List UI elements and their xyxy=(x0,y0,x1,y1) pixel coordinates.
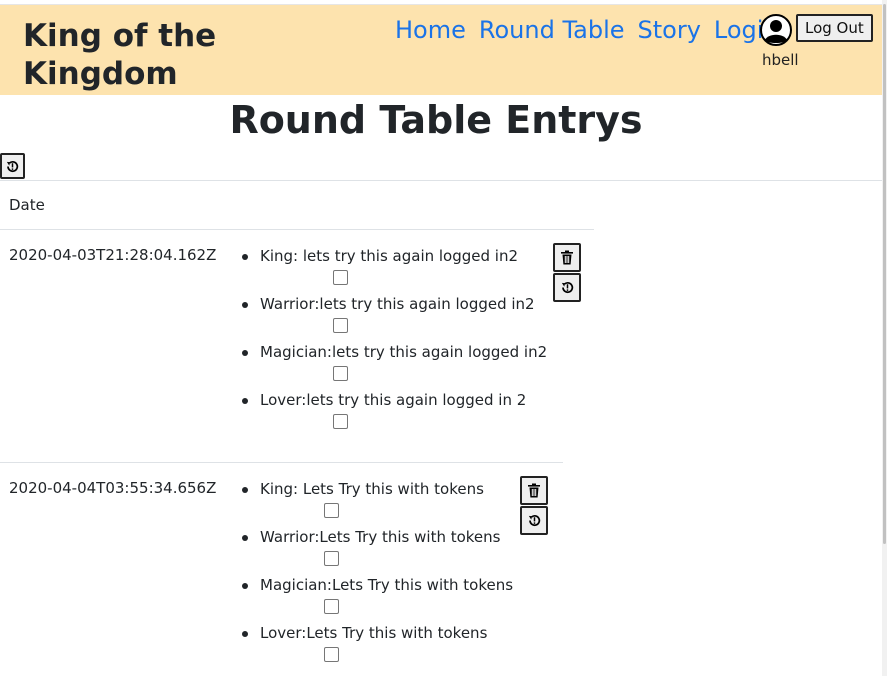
entry-item-text: King: lets try this again logged in2 xyxy=(260,247,519,265)
trash-icon xyxy=(528,483,540,498)
brand-title: King of the Kingdom xyxy=(23,18,217,92)
bullet xyxy=(242,302,248,308)
history-icon xyxy=(528,515,540,527)
entry-item-text: Magician:Lets Try this with tokens xyxy=(260,576,514,594)
nav-home-link[interactable]: Home xyxy=(395,15,466,45)
entry-date: 2020-04-03T21:28:04.162Z xyxy=(9,246,217,264)
bullet xyxy=(242,535,248,541)
entry-item-checkbox[interactable] xyxy=(333,414,348,429)
history-entry-button[interactable] xyxy=(553,273,581,302)
logout-button[interactable]: Log Out xyxy=(796,14,873,42)
entry-item-text: Magician:lets try this again logged in2 xyxy=(260,343,548,361)
trash-icon xyxy=(561,250,573,265)
entry-item-text: Lover:lets try this again logged in 2 xyxy=(260,391,527,409)
bullet xyxy=(242,350,248,356)
row-divider xyxy=(0,462,563,463)
username-label: hbell xyxy=(762,51,799,69)
history-entry-button[interactable] xyxy=(520,506,548,535)
entry-date: 2020-04-04T03:55:34.656Z xyxy=(9,479,217,497)
delete-entry-button[interactable] xyxy=(520,476,548,505)
entry-item-checkbox[interactable] xyxy=(324,503,339,518)
entry-item-checkbox[interactable] xyxy=(333,318,348,333)
page: King of the Kingdom Home Round Table Sto… xyxy=(0,0,887,676)
nav-round-table-link[interactable]: Round Table xyxy=(479,15,625,45)
site-header: King of the Kingdom Home Round Table Sto… xyxy=(0,4,882,95)
user-area: Log Out hbell xyxy=(760,13,875,73)
bullet xyxy=(242,631,248,637)
bullet xyxy=(242,583,248,589)
main-nav: Home Round Table Story Login xyxy=(395,15,779,45)
entry-item-text: Warrior:Lets Try this with tokens xyxy=(260,528,501,546)
bullet xyxy=(242,487,248,493)
entry-item-text: Lover:Lets Try this with tokens xyxy=(260,624,488,642)
entry-item-checkbox[interactable] xyxy=(324,551,339,566)
entry-item-checkbox[interactable] xyxy=(324,647,339,662)
entry-item-text: Warrior:lets try this again logged in2 xyxy=(260,295,535,313)
refresh-history-button[interactable] xyxy=(0,153,25,179)
bullet xyxy=(242,398,248,404)
entry-item-checkbox[interactable] xyxy=(324,599,339,614)
nav-story-link[interactable]: Story xyxy=(638,15,701,45)
user-avatar-icon[interactable] xyxy=(760,14,792,46)
scrollbar-thumb[interactable] xyxy=(883,4,886,544)
history-icon xyxy=(561,282,573,294)
page-title: Round Table Entrys xyxy=(229,98,643,142)
table-top-divider xyxy=(0,180,882,181)
bullet xyxy=(242,254,248,260)
date-column-header: Date xyxy=(9,196,45,214)
row-divider xyxy=(0,229,594,230)
entry-item-text: King: Lets Try this with tokens xyxy=(260,480,484,498)
entry-item-checkbox[interactable] xyxy=(333,366,348,381)
entry-item-checkbox[interactable] xyxy=(333,270,348,285)
history-icon xyxy=(6,160,19,172)
delete-entry-button[interactable] xyxy=(553,243,581,272)
